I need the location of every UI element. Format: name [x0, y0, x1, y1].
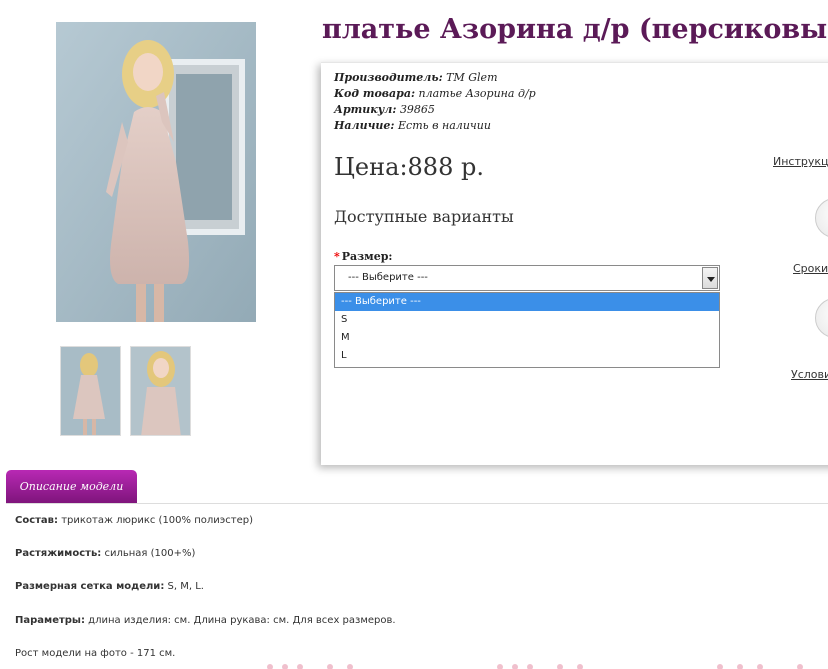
required-mark: * — [334, 250, 340, 263]
desc-size-grid: Размерная сетка модели: S, M, L. — [15, 581, 204, 592]
size-option-placeholder[interactable]: --- Выберите --- — [335, 293, 719, 311]
terms-round-icon[interactable] — [815, 298, 828, 338]
instructions-link[interactable]: Инструкци — [773, 155, 828, 168]
desc-parameters: Параметры: длина изделия: см. Длина рука… — [15, 615, 396, 626]
chevron-down-icon[interactable] — [702, 267, 718, 289]
terms-link[interactable]: Сроки — [793, 262, 828, 275]
size-select-value: --- Выберите --- — [348, 272, 428, 283]
product-price: Цена:888 р. — [334, 153, 484, 181]
tab-description[interactable]: Описание модели — [6, 470, 137, 504]
tab-divider — [6, 503, 828, 504]
product-main-photo[interactable] — [56, 22, 256, 322]
product-thumbnail-front[interactable] — [130, 346, 191, 436]
conditions-link[interactable]: Услови — [791, 368, 828, 381]
product-title: платье Азорина д/р (персиковый) — [322, 14, 828, 45]
size-label: * Размер: — [334, 250, 393, 263]
size-option-s[interactable]: S — [335, 311, 719, 329]
instructions-round-icon[interactable] — [815, 198, 828, 238]
size-dropdown-list: --- Выберите --- S M L — [334, 292, 720, 368]
size-select[interactable]: --- Выберите --- — [334, 265, 720, 291]
spec-product-code: Код товара: платье Азорина д/р — [334, 87, 536, 100]
desc-composition: Состав: трикотаж люрикс (100% полиэстер) — [15, 515, 253, 526]
product-specs: Производитель: TM Glem Код товара: плать… — [334, 70, 536, 134]
product-info-panel: Производитель: TM Glem Код товара: плать… — [321, 62, 828, 465]
spec-manufacturer: Производитель: TM Glem — [334, 71, 498, 84]
footer-decoration — [267, 664, 803, 669]
spec-availability: Наличие: Есть в наличии — [334, 119, 491, 132]
size-option-l[interactable]: L — [335, 347, 719, 365]
desc-stretch: Растяжимость: сильная (100+%) — [15, 548, 196, 559]
product-thumbnail-back[interactable] — [60, 346, 121, 436]
size-option-m[interactable]: M — [335, 329, 719, 347]
variants-title: Доступные варианты — [334, 207, 514, 226]
desc-model-height: Рост модели на фото - 171 см. — [15, 648, 176, 659]
spec-article: Артикул: 39865 — [334, 103, 435, 116]
